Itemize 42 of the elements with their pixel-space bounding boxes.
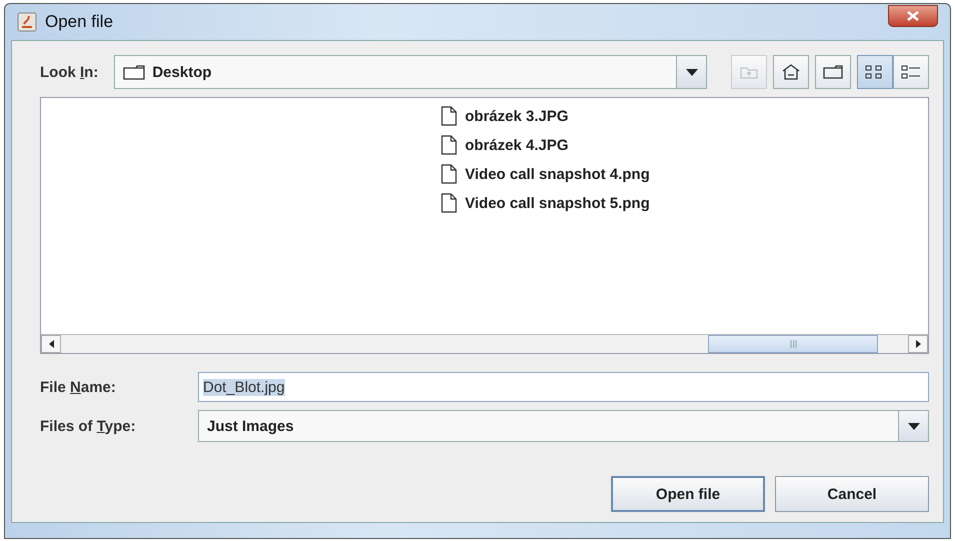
file-name[interactable]: obrázek 4.JPG — [465, 136, 568, 154]
folder-icon — [123, 64, 146, 80]
grip-icon — [790, 340, 796, 348]
cancel-button[interactable]: Cancel — [775, 476, 929, 512]
look-in-label: Look In: — [40, 64, 98, 80]
file-name-field[interactable]: Dot_Blot.jpg — [198, 372, 929, 402]
window-title: Open file — [45, 12, 114, 32]
details-view-icon — [901, 64, 921, 80]
dropdown-button[interactable] — [676, 56, 706, 88]
file-name[interactable]: obrázek 3.JPG — [465, 108, 568, 124]
file-icon — [441, 193, 457, 213]
file-name[interactable]: Video call snapshot 5.png — [465, 194, 650, 212]
dropdown-arrow-icon — [686, 68, 698, 76]
app-icon — [17, 12, 37, 32]
file-name-label: File Name: — [40, 378, 117, 396]
folder-icon — [823, 65, 843, 79]
dropdown-arrow-icon — [908, 422, 920, 430]
file-icon — [441, 135, 457, 155]
scroll-right-button[interactable] — [908, 335, 928, 353]
details-view-button[interactable] — [893, 55, 929, 89]
close-icon — [907, 11, 919, 21]
right-arrow-icon — [916, 340, 920, 348]
new-folder-button[interactable] — [815, 55, 851, 89]
home-icon — [782, 64, 800, 80]
horizontal-scrollbar[interactable] — [41, 334, 928, 353]
left-arrow-icon — [48, 340, 54, 348]
up-folder-icon — [740, 65, 758, 79]
file-icon — [441, 106, 457, 126]
dropdown-button[interactable] — [898, 411, 928, 441]
file-type-value: Just Images — [206, 418, 295, 434]
close-button[interactable] — [888, 5, 938, 27]
file-type-dropdown[interactable]: Just Images — [198, 410, 929, 442]
look-in-dropdown[interactable]: Desktop — [114, 55, 707, 89]
file-type-label: Files of Type: — [40, 418, 137, 434]
open-button[interactable]: Open file — [611, 476, 765, 512]
file-icon — [441, 164, 457, 184]
folder-name: Desktop — [152, 64, 212, 80]
file-name[interactable]: Video call snapshot 4.png — [465, 166, 650, 182]
list-view-button[interactable] — [857, 55, 893, 89]
home-button[interactable] — [773, 55, 809, 89]
scroll-left-button[interactable] — [41, 335, 61, 353]
scrollbar-thumb[interactable] — [708, 335, 878, 353]
